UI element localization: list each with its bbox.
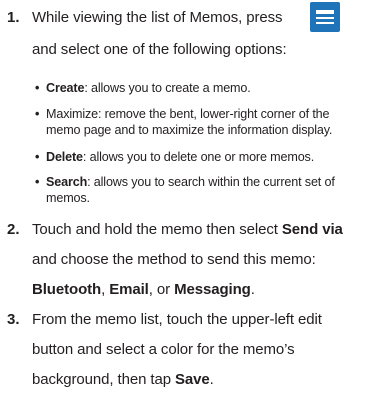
bullet-icon: •: [35, 81, 40, 95]
option-name: Delete: [46, 150, 83, 164]
menu-icon-bar: [316, 22, 334, 24]
option-name: Search: [46, 175, 88, 189]
menu-icon-bar: [316, 10, 334, 14]
option-name: Create: [46, 81, 85, 95]
step-1-line-1: While viewing the list of Memos, press: [32, 9, 283, 26]
step-3-line-1: From the memo list, touch the upper-left…: [32, 311, 322, 328]
menu-icon: [310, 2, 340, 32]
step-1-line-2: and select one of the following options:: [32, 41, 287, 58]
option-description-cont: memos.: [46, 191, 90, 205]
step-number: 3.: [7, 311, 20, 328]
bullet-icon: •: [35, 150, 40, 164]
option-description: : allows you to create a memo.: [84, 81, 251, 95]
bullet-icon: •: [35, 107, 40, 121]
step-number: 1.: [7, 9, 20, 26]
menu-icon-bar: [316, 17, 334, 19]
step-2-line-1: Touch and hold the memo then select Send…: [32, 221, 343, 238]
manual-page: 1. While viewing the list of Memos, pres…: [0, 0, 388, 414]
option-description: : allows you to search within the curren…: [87, 175, 335, 189]
bullet-icon: •: [35, 175, 40, 189]
step-2-line-3: Bluetooth, Email, or Messaging.: [32, 281, 255, 298]
step-number: 2.: [7, 221, 20, 238]
step-3-line-3: background, then tap Save.: [32, 371, 214, 388]
option-description: Maximize: remove the bent, lower-right c…: [46, 107, 330, 121]
option-description-cont: memo page and to maximize the informatio…: [46, 123, 333, 137]
option-description: : allows you to delete one or more memos…: [82, 150, 315, 164]
step-2-line-2: and choose the method to send this memo:: [32, 251, 316, 268]
step-3-line-2: button and select a color for the memo’s: [32, 341, 295, 358]
